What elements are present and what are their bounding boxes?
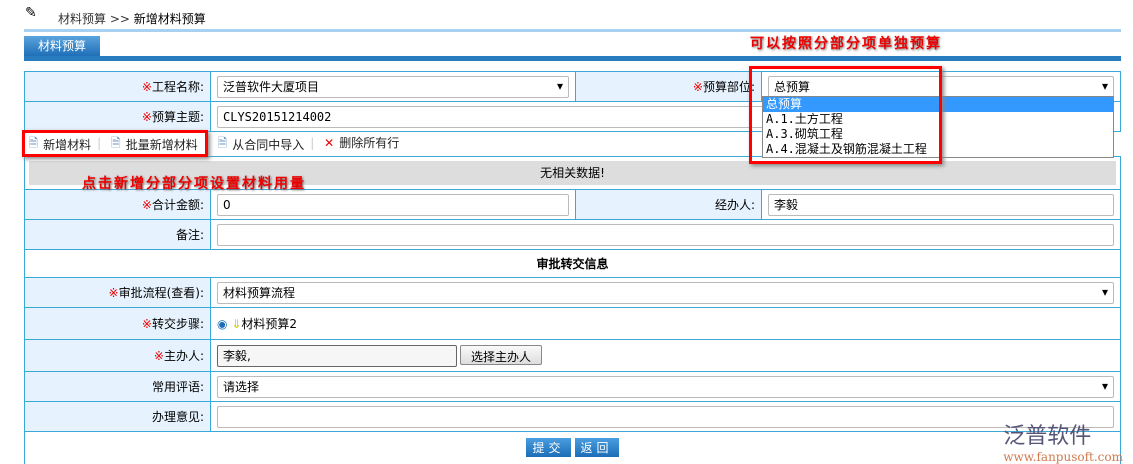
flow-label: 审批流程 xyxy=(118,286,167,300)
select-host-button[interactable]: 选择主办人 xyxy=(460,344,543,365)
required-mark: ※ xyxy=(141,317,152,331)
handler-value: 李毅 xyxy=(774,198,799,212)
import-label: 从合同中导入 xyxy=(232,137,305,152)
opinion-input[interactable] xyxy=(217,405,1114,428)
highlight-box xyxy=(749,66,942,164)
document-icon: 🗎 xyxy=(217,135,228,150)
comment-value: 请选择 xyxy=(223,380,260,394)
required-mark: ※ xyxy=(141,110,152,124)
comment-select[interactable]: 请选择 xyxy=(217,375,1114,398)
submit-button[interactable]: 提交 xyxy=(526,438,571,458)
step-label: 转交步骤: xyxy=(151,317,204,331)
breadcrumb-parent[interactable]: 材料预算 xyxy=(58,12,106,26)
divider xyxy=(24,56,1121,61)
subject-label: 预算主题: xyxy=(151,110,204,124)
part-label: 预算部位: xyxy=(702,80,755,94)
required-mark: ※ xyxy=(108,286,119,300)
breadcrumb: 材料预算 >> 新增材料预算 xyxy=(58,10,206,27)
total-label: 合计金额: xyxy=(151,198,204,212)
highlight-box xyxy=(22,130,208,157)
total-input[interactable]: 0 xyxy=(217,193,569,216)
pen-icon: ✎ xyxy=(25,5,37,21)
brand-logo: 泛普软件 www.fanpusoft.com xyxy=(1003,418,1123,464)
handler-input[interactable]: 李毅 xyxy=(768,193,1114,216)
back-button[interactable]: 返回 xyxy=(574,438,619,458)
total-value: 0 xyxy=(223,197,231,212)
step-radio[interactable]: ◉ xyxy=(217,317,227,331)
logo-name: 泛普软件 xyxy=(1003,424,1092,449)
required-mark: ※ xyxy=(141,198,152,212)
required-mark: ※ xyxy=(153,349,164,363)
host-label: 主办人: xyxy=(163,349,204,363)
flow-value: 材料预算流程 xyxy=(223,286,296,300)
handler-label: 经办人: xyxy=(714,198,755,212)
host-input[interactable]: 李毅, xyxy=(217,344,457,367)
required-mark: ※ xyxy=(692,80,703,94)
approval-header: 审批转交信息 xyxy=(24,249,1121,278)
annotation-top: 可以按照分部分项单独预算 xyxy=(750,36,942,52)
view-flow-link[interactable]: (查看) xyxy=(167,286,200,300)
delete-all-label: 删除所有行 xyxy=(339,136,400,150)
delete-all-rows-button[interactable]: ✕ 删除所有行 xyxy=(324,134,399,151)
breadcrumb-sep: >> xyxy=(109,12,130,26)
import-from-contract-button[interactable]: 🗎 从合同中导入 xyxy=(218,134,305,155)
delete-icon: ✕ xyxy=(324,135,335,150)
arrow-down-icon: ⇓ xyxy=(231,317,242,331)
comment-label: 常用评语: xyxy=(151,380,204,394)
project-label: 工程名称: xyxy=(151,80,204,94)
breadcrumb-current: 新增材料预算 xyxy=(133,12,206,26)
flow-select[interactable]: 材料预算流程 xyxy=(217,281,1114,304)
tab-material-budget[interactable]: 材料预算 xyxy=(24,36,100,56)
remark-input[interactable] xyxy=(217,223,1114,246)
subject-value: CLYS20151214002 xyxy=(223,109,332,124)
required-mark: ※ xyxy=(141,80,152,94)
opinion-label: 办理意见: xyxy=(151,410,204,424)
project-value: 泛普软件大厦项目 xyxy=(223,80,320,94)
remark-label: 备注: xyxy=(175,228,204,242)
divider xyxy=(24,29,1121,32)
project-select[interactable]: 泛普软件大厦项目 xyxy=(217,75,569,98)
annotation-left: 点击新增分部分项设置材料用量 xyxy=(82,176,306,192)
step-value: 材料预算2 xyxy=(241,317,298,331)
host-value: 李毅, xyxy=(223,349,251,363)
